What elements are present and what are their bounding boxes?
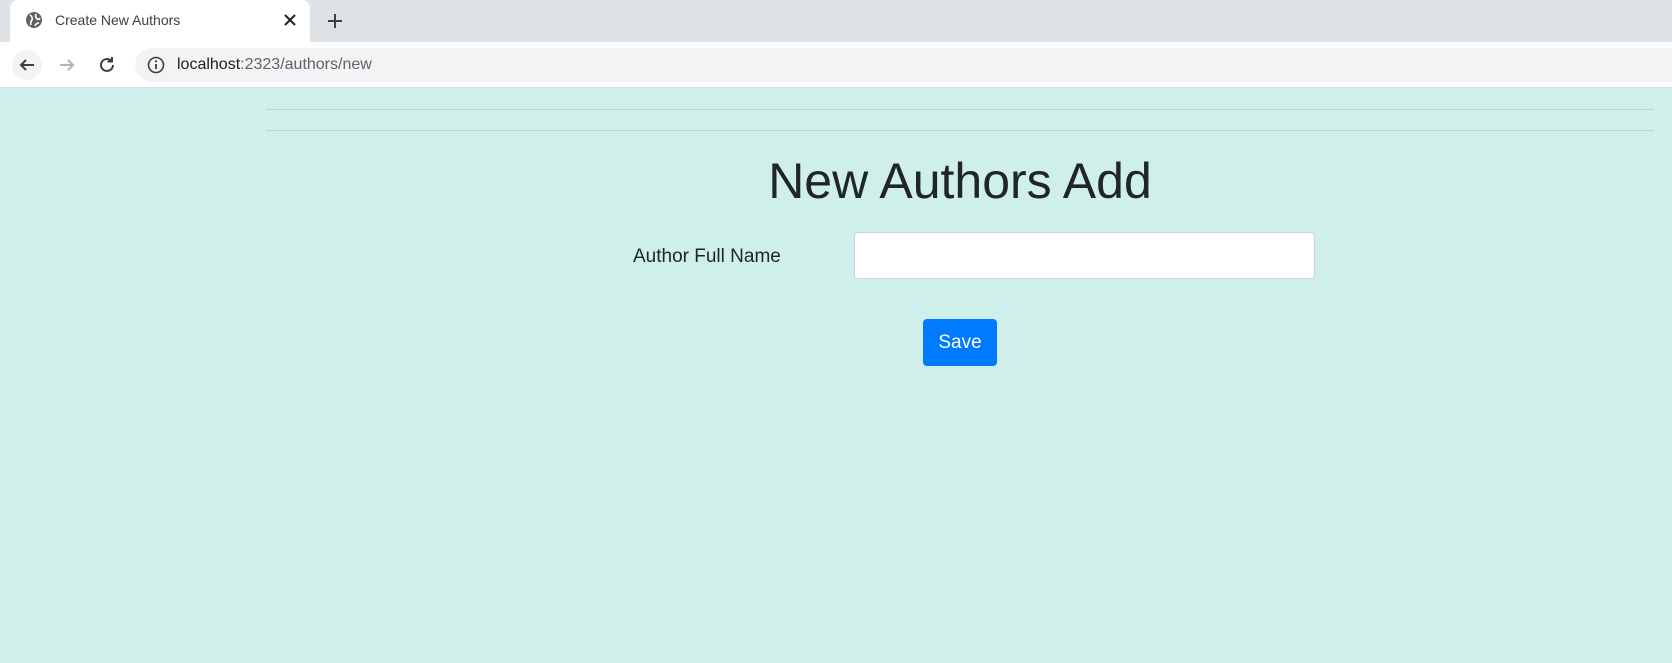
- back-button[interactable]: [12, 50, 42, 80]
- save-button[interactable]: Save: [923, 319, 997, 366]
- arrow-left-icon: [19, 59, 34, 71]
- arrow-right-icon: [60, 59, 75, 71]
- author-name-label: Author Full Name: [633, 246, 781, 267]
- url-host: localhost: [177, 56, 241, 73]
- info-icon[interactable]: [147, 56, 165, 74]
- browser-tabstrip: Create New Authors: [0, 0, 1672, 42]
- url-text: localhost:2323/authors/new: [177, 56, 372, 74]
- author-name-input[interactable]: [854, 232, 1315, 279]
- divider: [266, 130, 1654, 131]
- browser-tab-active[interactable]: Create New Authors: [10, 0, 310, 42]
- url-path: :2323/authors/new: [240, 56, 372, 73]
- reload-button[interactable]: [92, 50, 122, 80]
- browser-toolbar: localhost:2323/authors/new: [0, 42, 1672, 88]
- tab-title: Create New Authors: [55, 12, 181, 28]
- new-tab-icon[interactable]: [325, 11, 345, 31]
- page-content: New Authors Add Author Full Name Save: [0, 88, 1672, 663]
- forward-button[interactable]: [52, 50, 82, 80]
- reload-icon: [100, 57, 114, 72]
- globe-icon: [26, 12, 42, 28]
- divider: [266, 109, 1654, 110]
- address-bar[interactable]: localhost:2323/authors/new: [135, 48, 1672, 82]
- page-title: New Authors Add: [768, 153, 1152, 209]
- close-icon[interactable]: [282, 12, 298, 28]
